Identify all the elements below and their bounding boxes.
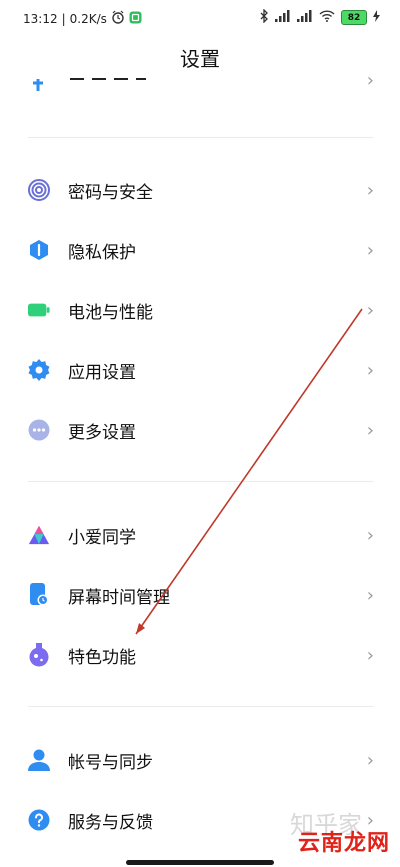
alarm-icon [111,10,125,27]
divider [28,481,374,482]
list-item-xiaoai[interactable]: 小爱同学 › [0,505,400,565]
screen-time-icon [28,583,50,606]
list-item-password-security[interactable]: 密码与安全 › [0,160,400,220]
list-item-screen-time[interactable]: 屏幕时间管理 › [0,565,400,625]
flask-icon [28,643,50,667]
gear-icon [28,359,50,381]
list-item-battery-performance[interactable]: 电池与性能 › [0,280,400,340]
list-item-label: 小爱同学 [68,527,136,548]
list-item-more-settings[interactable]: 更多设置 › [0,400,400,460]
chevron-right-icon: › [366,644,374,666]
list-item-account-sync[interactable]: 帐号与同步 › [0,730,400,790]
xiaoai-icon [28,524,50,546]
privacy-shield-icon [28,239,50,261]
bluetooth-icon [259,8,269,26]
list-item-label: 应用设置 [68,362,136,383]
fingerprint-icon [28,179,50,201]
signal-hd-icon [297,10,313,25]
list-item-label: 电池与性能 [68,302,153,323]
list-item-label: 服务与反馈 [68,812,153,833]
status-separator: | [61,11,66,26]
chevron-right-icon: › [366,584,374,606]
watermark: 云南龙网 [297,831,390,856]
chevron-right-icon: › [366,419,374,441]
chevron-right-icon: › [366,239,374,261]
charging-icon [373,10,380,25]
list-item-label: 密码与安全 [68,182,153,203]
status-right: 82 [259,8,380,26]
list-item-special-features[interactable]: 特色功能 › [0,625,400,685]
chevron-right-icon: › [366,76,374,91]
status-left: 13:12 | 0.2K/s [23,10,142,27]
status-net-speed: 0.2K/s [69,11,107,26]
status-bar: 13:12 | 0.2K/s 82 [0,0,400,36]
signal-icon [275,10,291,25]
battery-indicator: 82 [341,10,367,25]
list-item-label: 特色功能 [68,647,136,668]
list-item-partial[interactable]: › [0,76,400,96]
chevron-right-icon: › [366,749,374,771]
divider [28,137,374,138]
list-item-app-settings[interactable]: 应用设置 › [0,340,400,400]
chevron-right-icon: › [366,299,374,321]
chevron-right-icon: › [366,524,374,546]
list-item-label: 更多设置 [68,422,136,443]
partial-label [68,76,148,80]
wifi-icon [319,10,335,25]
list-item-label: 帐号与同步 [68,752,153,773]
list-item-label: 屏幕时间管理 [68,587,170,608]
account-icon [28,749,50,771]
app-notification-icon [129,11,142,27]
battery-icon [28,299,50,321]
help-icon [28,809,50,831]
list-item-privacy[interactable]: 隐私保护 › [0,220,400,280]
partial-icon [30,76,46,91]
list-item-label: 隐私保护 [68,242,136,263]
page-title: 设置 [180,47,220,71]
home-gesture-bar[interactable] [126,860,274,865]
divider [28,706,374,707]
more-dots-icon [28,419,50,441]
status-time: 13:12 [23,11,58,26]
chevron-right-icon: › [366,179,374,201]
chevron-right-icon: › [366,359,374,381]
